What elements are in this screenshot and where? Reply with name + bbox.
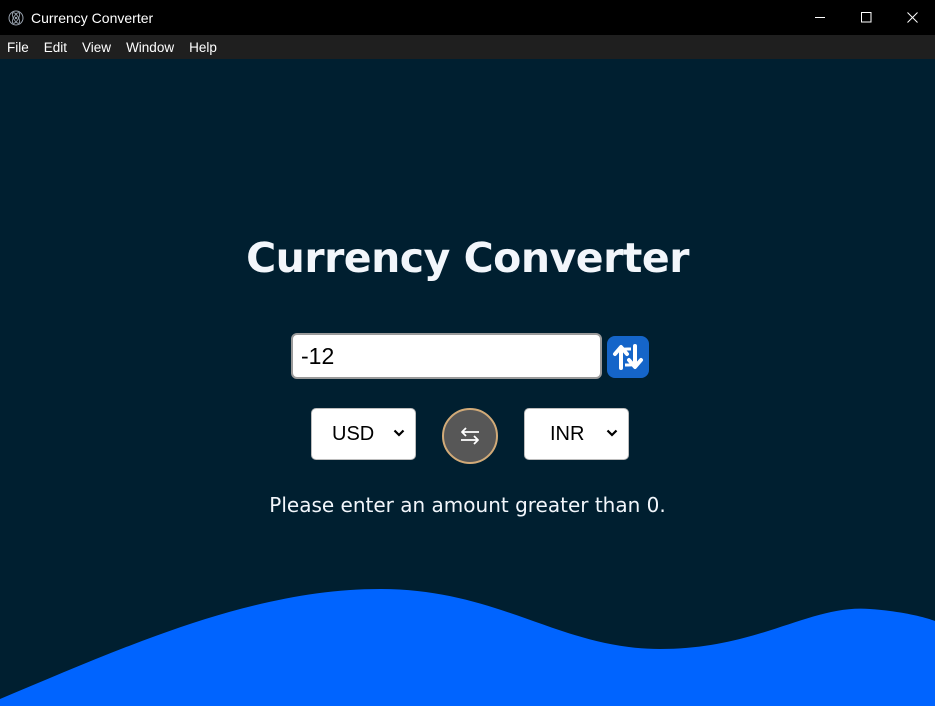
chevron-down-icon <box>606 429 618 437</box>
swap-arrows-icon <box>461 427 479 445</box>
validation-message: Please enter an amount greater than 0. <box>269 493 666 517</box>
convert-button[interactable] <box>607 336 649 378</box>
menu-view[interactable]: View <box>82 40 111 55</box>
window-controls <box>797 0 935 35</box>
minimize-icon <box>814 17 825 18</box>
decorative-wave <box>0 589 935 706</box>
app-heading: Currency Converter <box>246 234 689 282</box>
electron-app-icon <box>8 10 24 26</box>
close-button[interactable] <box>889 0 935 35</box>
menu-help[interactable]: Help <box>189 40 217 55</box>
from-currency-value: USD <box>332 422 375 445</box>
minimize-button[interactable] <box>797 0 843 35</box>
chevron-down-icon <box>393 429 405 437</box>
app-content: Currency Converter USD INR <box>0 59 935 706</box>
menu-file[interactable]: File <box>7 40 29 55</box>
from-currency-select[interactable]: USD <box>311 408 416 460</box>
swap-currencies-button[interactable] <box>442 408 498 464</box>
to-currency-value: INR <box>550 422 585 445</box>
amount-input[interactable] <box>291 333 602 379</box>
menu-edit[interactable]: Edit <box>44 40 67 55</box>
menu-window[interactable]: Window <box>126 40 174 55</box>
menu-bar: File Edit View Window Help <box>0 35 935 59</box>
maximize-icon <box>860 12 871 23</box>
close-icon <box>906 12 918 23</box>
maximize-button[interactable] <box>843 0 889 35</box>
title-bar: Currency Converter <box>0 0 935 35</box>
to-currency-select[interactable]: INR <box>524 408 629 460</box>
exchange-arrows-icon <box>613 344 643 370</box>
window-title: Currency Converter <box>31 9 154 26</box>
